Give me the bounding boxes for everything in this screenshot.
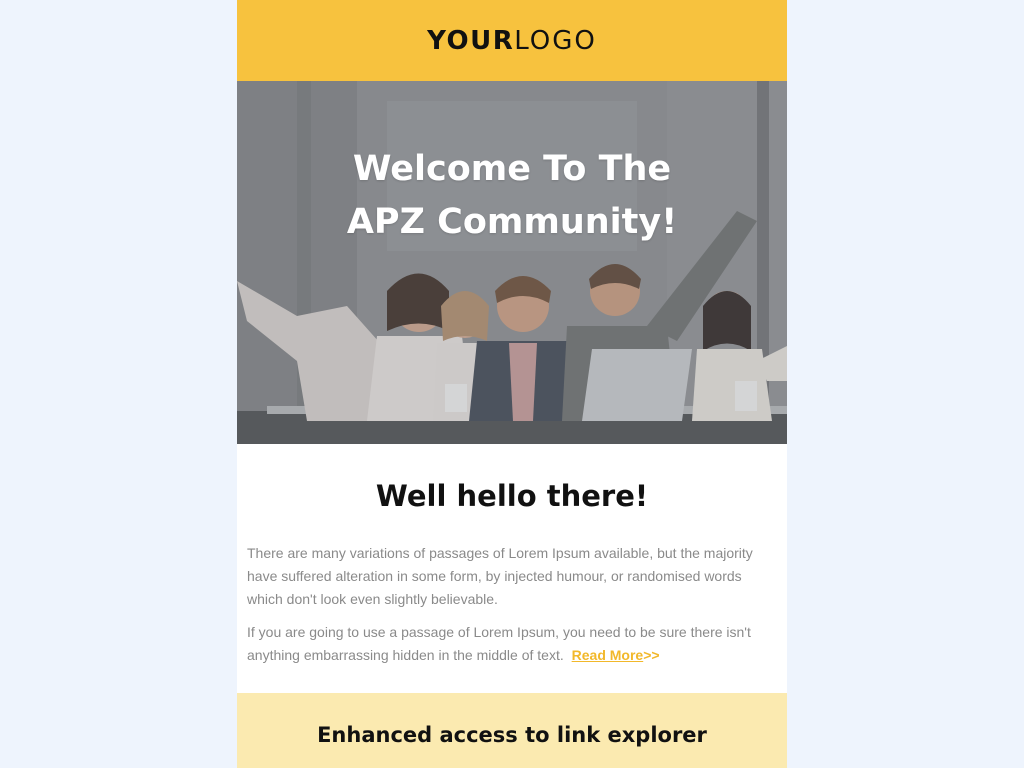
- logo-bold-text: YOUR: [427, 25, 515, 56]
- logo-light-text: LOGO: [514, 25, 597, 56]
- header-bar: YOUR LOGO: [237, 0, 787, 81]
- hero-title: Welcome To The APZ Community!: [237, 143, 787, 249]
- logo[interactable]: YOUR LOGO: [427, 26, 597, 56]
- intro-paragraph-2: If you are going to use a passage of Lor…: [247, 621, 777, 667]
- intro-paragraph-1: There are many variations of passages of…: [247, 545, 753, 607]
- intro-paragraph-2-text: If you are going to use a passage of Lor…: [247, 624, 751, 663]
- hero-title-line-2: APZ Community!: [346, 202, 678, 242]
- read-more-arrows[interactable]: >>: [643, 647, 659, 663]
- feature-section: Enhanced access to link explorer: [237, 693, 787, 768]
- team-photo-icon: [237, 81, 787, 444]
- hero-title-line-1: Welcome To The: [352, 149, 672, 189]
- read-more-link[interactable]: Read More: [572, 647, 644, 663]
- hero-banner: Welcome To The APZ Community!: [237, 81, 787, 444]
- email-container: YOUR LOGO Welcome To The APZ Community! …: [237, 0, 787, 768]
- intro-section: Well hello there! There are many variati…: [237, 444, 787, 663]
- feature-heading: Enhanced access to link explorer: [317, 723, 707, 747]
- intro-heading: Well hello there!: [375, 479, 649, 513]
